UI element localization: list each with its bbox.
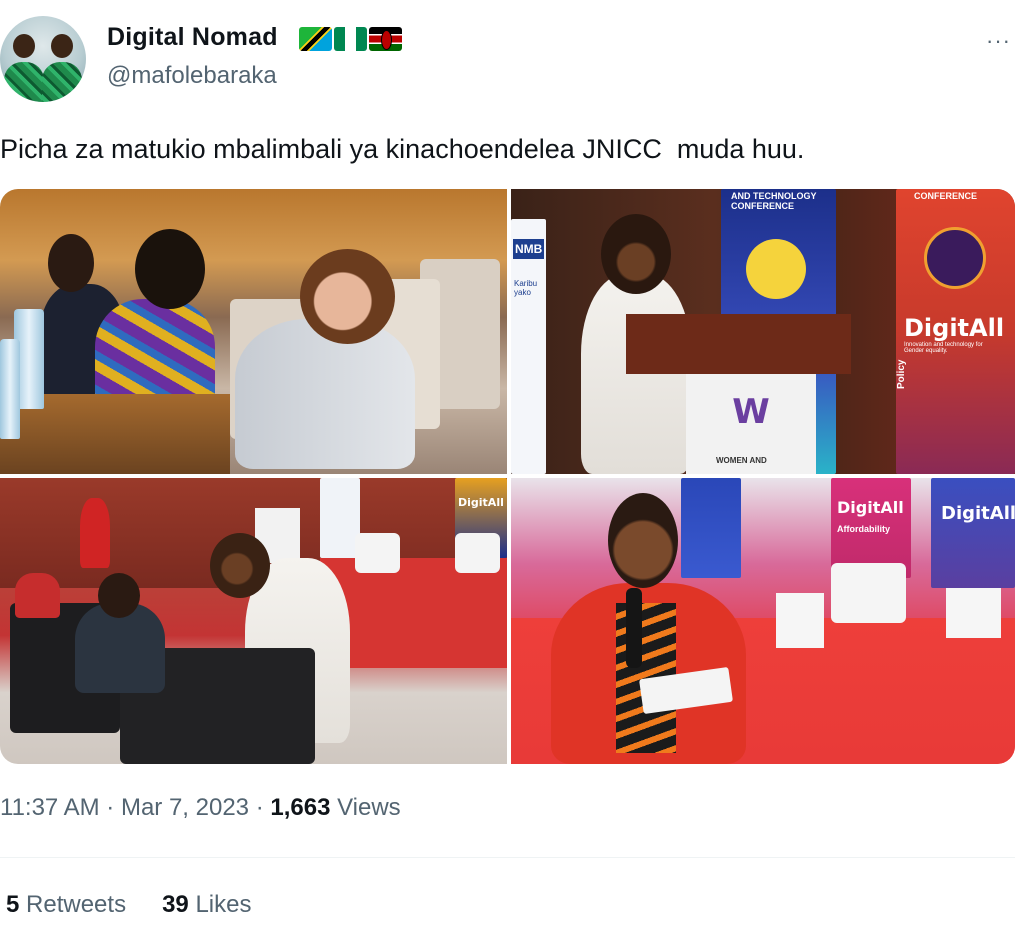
- avatar-person-head: [13, 34, 35, 58]
- media-grid: NMB Karibu yako AND TECHNOLOGY CONFERENC…: [0, 189, 1015, 764]
- microphone-icon: [626, 588, 642, 668]
- likes-link[interactable]: 39 Likes: [162, 891, 251, 918]
- digitall-brand-subtext: Innovation and technology for Gender equ…: [904, 342, 983, 354]
- digitall-logo-icon: [924, 227, 986, 289]
- engagement-stats: 5 Retweets 39 Likes: [6, 891, 251, 919]
- author-flags: [299, 27, 402, 51]
- nmb-banner: NMB Karibu yako: [511, 219, 546, 474]
- avatar-person-head: [51, 34, 73, 58]
- photo-speaker-podium[interactable]: NMB Karibu yako AND TECHNOLOGY CONFERENC…: [511, 189, 1015, 474]
- digitall-banner-top-text: CONFERENCE: [914, 191, 978, 201]
- likes-count: 39: [162, 891, 189, 918]
- digitall-brand-text: DigitAll: [837, 498, 904, 517]
- avatar-person-body: [4, 62, 44, 102]
- photo-audience[interactable]: [0, 189, 507, 474]
- nmb-banner-text: NMB: [513, 239, 545, 259]
- flag-kenya-icon: [369, 27, 402, 51]
- tweet-time[interactable]: 11:37 AM: [0, 794, 100, 821]
- divider: [0, 857, 1015, 858]
- author-handle[interactable]: @mafolebaraka: [107, 62, 277, 90]
- digitall-policy-text: Policy: [896, 359, 907, 389]
- tweet-text: Picha za matukio mbalimbali ya kinachoen…: [0, 134, 805, 164]
- more-options-icon[interactable]: ···: [986, 28, 1011, 54]
- views-label: Views: [330, 794, 401, 821]
- digitall-banner: DigitAll: [931, 478, 1015, 588]
- views-count: 1,663: [270, 794, 331, 821]
- retweets-label: Retweets: [19, 891, 127, 918]
- digitall-brand-subtext: Affordability: [837, 524, 890, 534]
- tweet-meta: 11:37 AM · Mar 7, 2023 · 1,663 Views: [0, 794, 401, 822]
- meta-separator: ·: [249, 794, 271, 821]
- photo-greeting[interactable]: DigitAll: [0, 478, 507, 764]
- podium-text: WOMEN AND: [716, 456, 767, 465]
- podium-w-logo-icon: W: [732, 392, 770, 432]
- flag-tanzania-icon: [299, 27, 332, 51]
- retweets-link[interactable]: 5 Retweets: [6, 891, 126, 918]
- digitall-banner: CONFERENCE DigitAll Innovation and techn…: [896, 189, 1015, 474]
- photo-speaker-mic[interactable]: DigitAll Affordability DigitAll: [511, 478, 1015, 764]
- tweet-header: Digital Nomad @mafolebaraka ···: [0, 14, 1015, 104]
- digitall-brand-text: DigitAll: [941, 503, 1015, 524]
- avatar-person-body: [42, 62, 82, 102]
- nmb-banner-subtext: Karibu yako: [514, 279, 538, 297]
- digitall-brand-text: DigitAll: [458, 496, 504, 509]
- tweet-date[interactable]: Mar 7, 2023: [121, 794, 249, 821]
- author-name[interactable]: Digital Nomad: [107, 23, 278, 52]
- flag-nigeria-icon: [334, 27, 367, 51]
- digitall-brand-text: DigitAll: [904, 314, 1005, 342]
- meta-separator: ·: [99, 794, 121, 821]
- conference-banner-text: AND TECHNOLOGY CONFERENCE: [731, 191, 817, 211]
- conference-logo-icon: [746, 239, 806, 299]
- likes-label: Likes: [188, 891, 252, 918]
- author-avatar[interactable]: [0, 16, 86, 102]
- retweets-count: 5: [6, 891, 20, 918]
